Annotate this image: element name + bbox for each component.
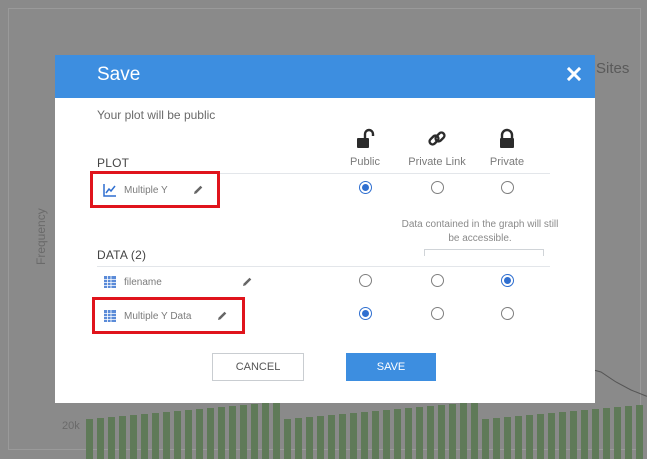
background-bar [614,407,621,459]
background-bar [317,416,324,459]
data-radio-private-link[interactable] [431,307,444,320]
data-section-divider [97,266,550,267]
data-radio-private[interactable] [501,307,514,320]
background-bar [537,414,544,459]
data-item-highlight [92,297,245,334]
data-radio-private-link[interactable] [431,274,444,287]
unlock-icon [357,128,375,148]
data-access-note: Data contained in the graph will still b… [401,219,559,244]
background-bar [152,413,159,459]
background-bar [339,414,346,459]
background-bar [328,415,335,459]
plot-radio-public[interactable] [359,181,372,194]
background-bar [163,412,170,459]
background-bar [361,412,368,459]
background-bar [97,418,104,459]
background-bar [207,408,214,459]
link-icon [428,131,446,146]
background-bar [262,403,269,459]
background-bar [350,413,357,459]
column-label-private: Private [489,156,525,168]
background-bar [119,416,126,459]
data-radio-public[interactable] [359,274,372,287]
background-bar [185,410,192,459]
background-line [586,367,647,397]
background-bar [548,413,555,459]
background-bar [108,417,115,459]
background-chart-title: Sites [596,60,630,77]
background-bar [471,402,478,459]
plot-radio-private-link[interactable] [431,181,444,194]
background-bar [493,418,500,459]
background-bar [141,414,148,459]
background-bar [86,419,93,459]
background-bar [174,411,181,459]
data-section-title: DATA (2) [97,248,147,262]
background-bar [449,404,456,459]
data-radio-public[interactable] [359,307,372,320]
edit-data-name-pencil-icon[interactable] [241,276,253,288]
background-bar [581,410,588,459]
background-bar [229,406,236,459]
note-bracket [424,249,544,256]
dialog-subtitle: Your plot will be public [97,108,216,122]
background-bar [482,419,489,459]
background-bar [218,407,225,459]
background-bar [196,409,203,459]
background-bar [559,412,566,459]
background-bar [394,409,401,459]
cancel-button[interactable]: CANCEL [212,353,304,381]
background-bar [603,408,610,459]
background-bar [284,419,291,459]
background-bar [625,406,632,459]
save-button[interactable]: SAVE [346,353,436,381]
background-bar [130,415,137,459]
plot-item-highlight [90,171,220,208]
background-bar [438,405,445,459]
background-bar [295,418,302,459]
background-bar [240,405,247,459]
background-bar [515,416,522,459]
close-icon[interactable] [561,61,587,87]
background-bars [86,402,646,459]
lock-icon [500,128,514,148]
background-bar [306,417,313,459]
save-dialog: Save Your plot will be public Public Pri… [55,55,595,403]
background-bar [251,404,258,459]
dialog-title: Save [97,64,141,85]
column-label-public: Public [350,156,380,168]
data-item: filename [103,275,162,289]
background-bar [273,402,280,459]
background-bar [504,417,511,459]
plot-section-title: PLOT [97,156,130,170]
background-bar [383,410,390,459]
background-bar [636,405,643,459]
dialog-header: Save [55,55,595,98]
background-bar [592,409,599,459]
grid-icon [104,276,116,288]
data-item-name: filename [124,276,162,288]
background-bar [526,415,533,459]
data-radio-private[interactable] [501,274,514,287]
background-bar [372,411,379,459]
plot-radio-private[interactable] [501,181,514,194]
background-bar [460,403,467,459]
background-bar [427,406,434,459]
background-y-tick: 20k [62,420,80,432]
column-label-private-link: Private Link [408,156,466,168]
background-bar [416,407,423,459]
background-y-axis-label: Frequency [34,208,48,265]
background-bar [405,408,412,459]
background-bar [570,411,577,459]
